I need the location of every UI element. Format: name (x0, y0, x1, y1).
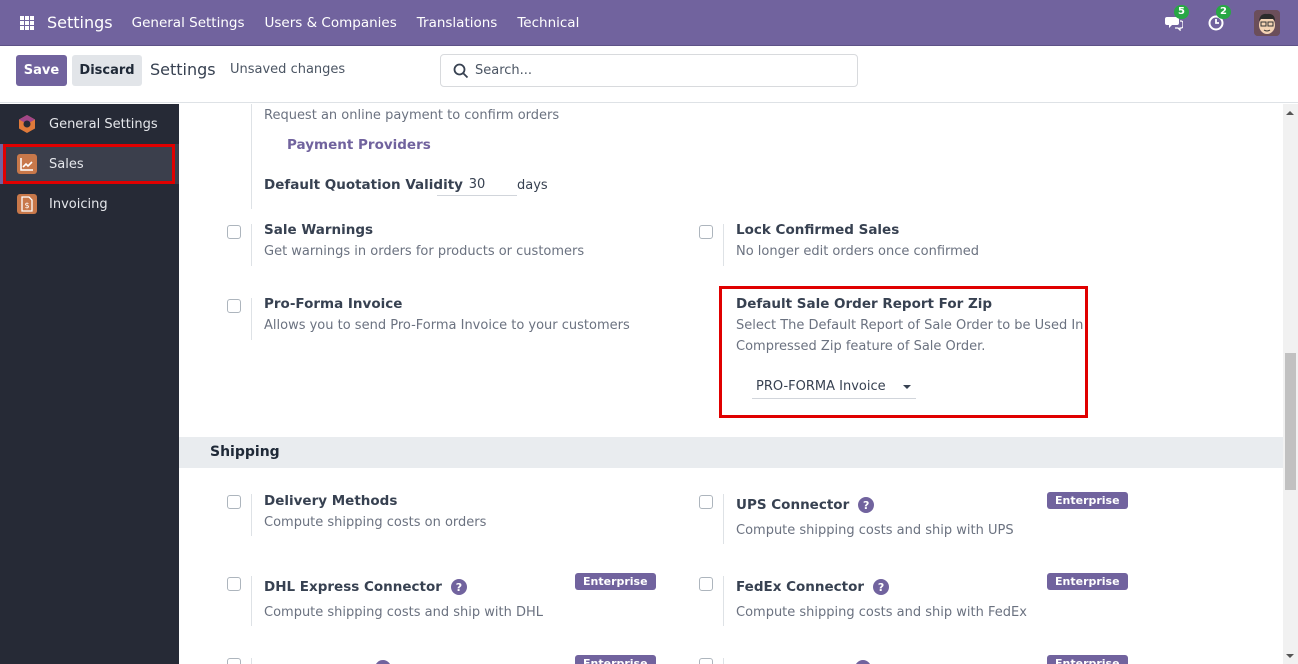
quotation-validity-label: Default Quotation Validity (264, 177, 463, 193)
save-button[interactable]: Save (16, 55, 67, 86)
help-icon[interactable] (375, 660, 391, 664)
help-icon[interactable]: ? (873, 579, 890, 595)
setting-divider (251, 658, 252, 664)
dhl-desc: Compute shipping costs and ship with DHL (264, 605, 543, 620)
messages-count-badge: 5 (1174, 5, 1189, 19)
help-icon[interactable]: ? (858, 497, 875, 513)
fedex-title: FedEx Connector ? (736, 579, 890, 595)
payment-providers-link[interactable]: Payment Providers (287, 137, 431, 153)
highlight-box-zip-report (719, 286, 1088, 418)
setting-divider (723, 224, 724, 266)
ups-checkbox[interactable] (699, 495, 713, 509)
setting-divider (251, 104, 252, 209)
scroll-up-arrow-icon[interactable] (1286, 111, 1294, 115)
content-scrollbar[interactable] (1283, 104, 1298, 664)
delivery-methods-checkbox[interactable] (227, 495, 241, 509)
apps-menu-icon[interactable] (20, 15, 34, 30)
setting-divider (251, 576, 252, 626)
menu-translations[interactable]: Translations (417, 15, 498, 31)
partial-checkbox[interactable] (699, 658, 713, 664)
odoo-logo-icon (17, 114, 37, 134)
delivery-methods-title: Delivery Methods (264, 493, 398, 509)
invoice-icon: $ (17, 194, 37, 214)
control-panel: Save Discard Settings Unsaved changes (0, 46, 1298, 103)
scroll-down-arrow-icon[interactable] (1286, 654, 1294, 658)
help-icon[interactable] (855, 660, 871, 664)
dhl-title: DHL Express Connector ? (264, 579, 467, 595)
scrollbar-thumb[interactable] (1285, 353, 1296, 490)
lock-confirmed-title: Lock Confirmed Sales (736, 222, 900, 238)
fedex-title-text: FedEx Connector (736, 579, 865, 595)
setting-divider (723, 658, 724, 664)
quotation-validity-input[interactable] (437, 174, 517, 196)
pro-forma-title: Pro-Forma Invoice (264, 296, 403, 312)
highlight-box-sales (3, 144, 175, 184)
search-input[interactable] (475, 63, 845, 78)
sale-warnings-checkbox[interactable] (227, 225, 241, 239)
dhl-checkbox[interactable] (227, 577, 241, 591)
search-box[interactable] (440, 54, 858, 87)
sale-warnings-desc: Get warnings in orders for products or c… (264, 244, 585, 259)
discard-button[interactable]: Discard (72, 55, 142, 86)
fedex-checkbox[interactable] (699, 577, 713, 591)
fedex-desc: Compute shipping costs and ship with Fed… (736, 605, 1027, 620)
setting-divider (251, 224, 252, 266)
page-title: Settings (150, 60, 216, 79)
pro-forma-checkbox[interactable] (227, 299, 241, 313)
setting-divider (723, 494, 724, 544)
section-shipping-header: Shipping (179, 437, 1283, 468)
quotation-validity-unit: days (517, 178, 548, 193)
enterprise-badge: Enterprise (575, 655, 656, 664)
activities-count-badge: 2 (1216, 5, 1231, 19)
search-icon (453, 63, 469, 78)
sidebar-item-label: General Settings (49, 116, 158, 132)
messages-button[interactable]: 5 (1164, 5, 1189, 33)
enterprise-badge: Enterprise (575, 573, 656, 590)
enterprise-badge: Enterprise (1047, 655, 1128, 664)
top-navbar: Settings General Settings Users & Compan… (0, 0, 1298, 46)
sidebar-item-invoicing[interactable]: $ Invoicing (0, 184, 179, 224)
help-icon[interactable]: ? (450, 579, 467, 595)
ups-title: UPS Connector ? (736, 497, 875, 513)
user-avatar-icon (1254, 10, 1280, 36)
setting-divider (723, 576, 724, 626)
svg-text:$: $ (24, 201, 29, 210)
delivery-methods-desc: Compute shipping costs on orders (264, 515, 487, 530)
sidebar-item-label: Invoicing (49, 196, 108, 212)
enterprise-badge: Enterprise (1047, 573, 1128, 590)
online-payment-desc: Request an online payment to confirm ord… (264, 108, 560, 123)
setting-divider (251, 494, 252, 536)
settings-sidebar: General Settings Sales $ Invoicing (0, 104, 179, 664)
menu-technical[interactable]: Technical (517, 15, 579, 31)
menu-users-companies[interactable]: Users & Companies (265, 15, 397, 31)
app-brand[interactable]: Settings (47, 13, 113, 32)
activities-button[interactable]: 2 (1206, 5, 1231, 33)
sidebar-item-general-settings[interactable]: General Settings (0, 104, 179, 144)
dhl-title-text: DHL Express Connector (264, 579, 442, 595)
ups-desc: Compute shipping costs and ship with UPS (736, 523, 1014, 538)
menu-general-settings[interactable]: General Settings (132, 15, 245, 31)
pro-forma-desc: Allows you to send Pro-Forma Invoice to … (264, 318, 630, 333)
setting-divider (251, 298, 252, 340)
partial-checkbox[interactable] (227, 658, 241, 664)
unsaved-status: Unsaved changes (230, 62, 346, 77)
user-avatar[interactable] (1254, 10, 1280, 36)
lock-confirmed-checkbox[interactable] (699, 225, 713, 239)
sale-warnings-title: Sale Warnings (264, 222, 374, 238)
section-title: Shipping (210, 444, 280, 460)
enterprise-badge: Enterprise (1047, 492, 1128, 509)
settings-content: Request an online payment to confirm ord… (179, 104, 1283, 664)
ups-title-text: UPS Connector (736, 497, 850, 513)
lock-confirmed-desc: No longer edit orders once confirmed (736, 244, 980, 259)
